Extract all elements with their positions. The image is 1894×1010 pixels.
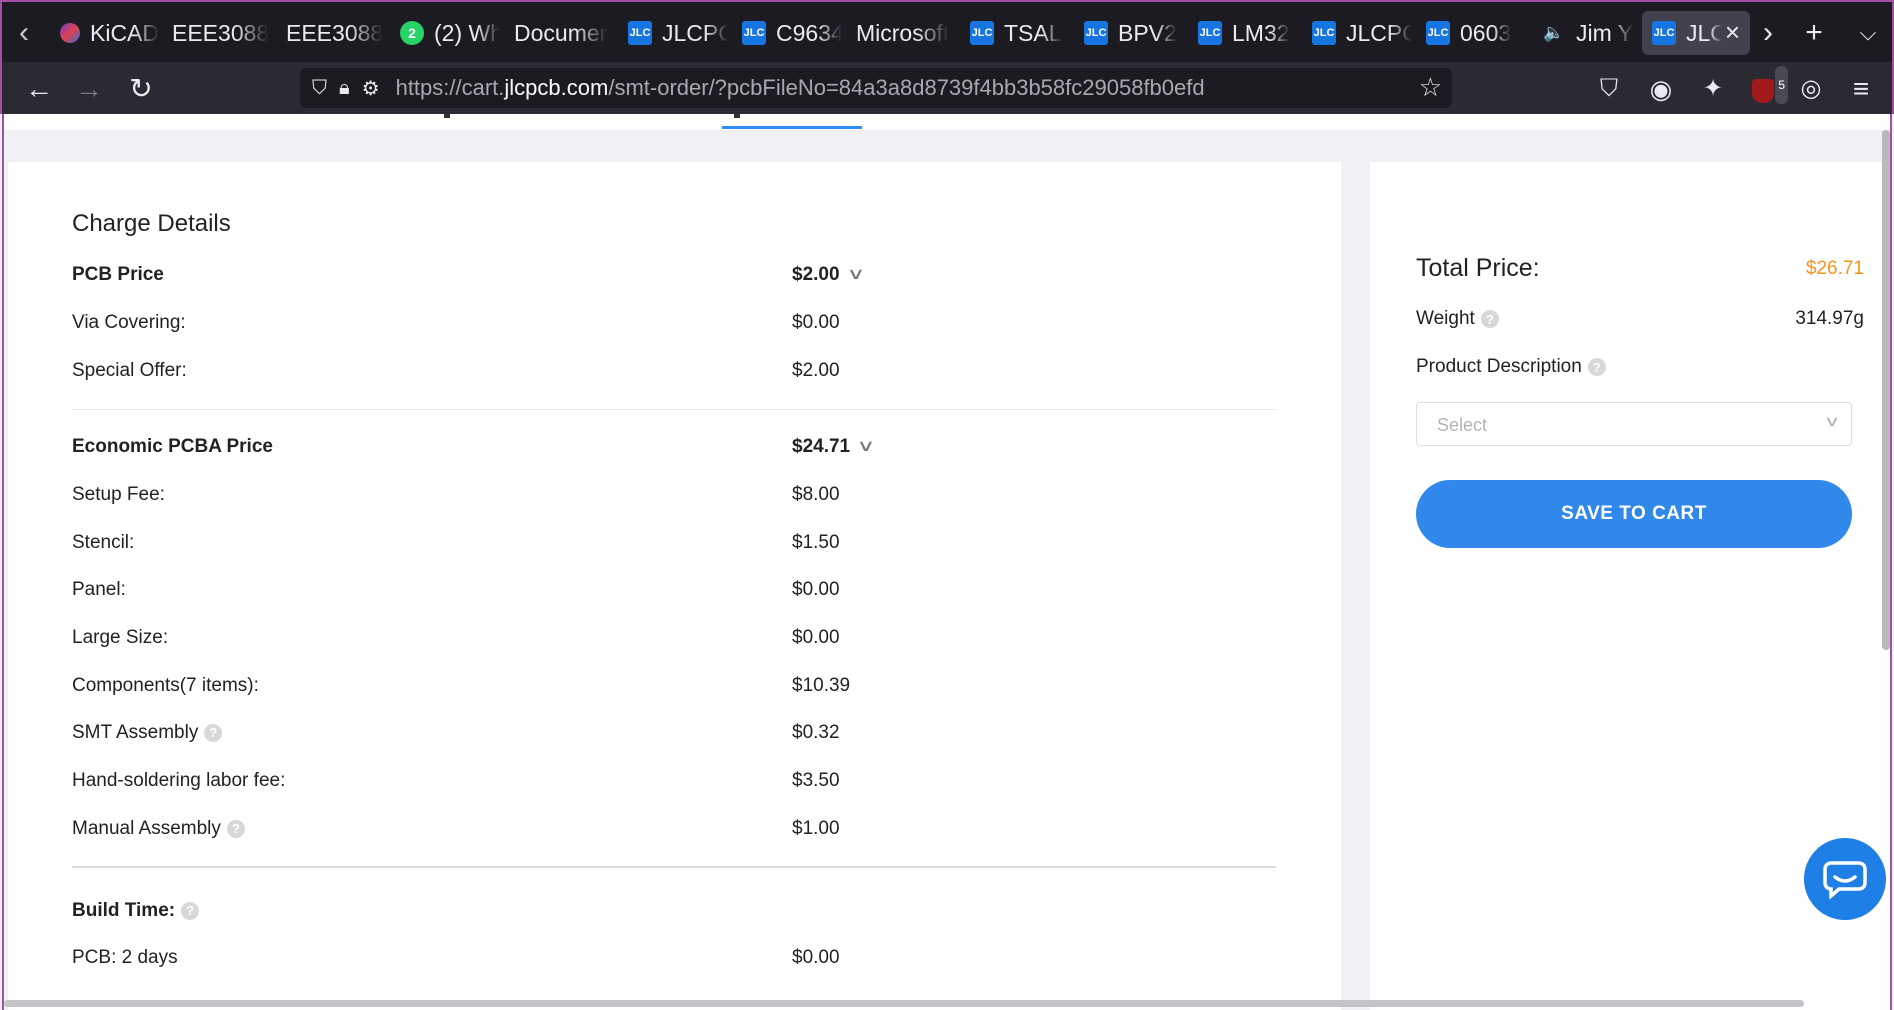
jlc-icon: JLC	[742, 21, 766, 45]
total-price-value: $26.71	[1805, 258, 1864, 279]
horizontal-scrollbar[interactable]	[4, 1000, 1804, 1007]
charge-row: SMT Assembly? $0.32	[72, 722, 840, 743]
list-tabs-icon[interactable]: ⌵	[1848, 12, 1888, 54]
live-chat-button[interactable]	[1804, 838, 1886, 920]
save-to-cart-button[interactable]: SAVE TO CART	[1416, 480, 1852, 548]
total-price-label: Total Price:	[1416, 254, 1540, 282]
browser-tab[interactable]: JLC TSAL	[960, 11, 1070, 55]
page-tab-strip	[4, 114, 1890, 130]
product-description-select[interactable]: Select ∨	[1416, 402, 1852, 446]
help-icon[interactable]: ?	[1587, 358, 1606, 376]
charge-row: Hand-soldering labor fee: $3.50	[72, 770, 840, 791]
browser-tab[interactable]: JLC C9634	[732, 11, 842, 55]
pocket-icon[interactable]: ⛉	[1590, 70, 1628, 108]
charge-row: Stencil: $1.50	[72, 532, 840, 553]
browser-tab[interactable]: Document	[504, 11, 608, 55]
jlc-icon: JLC	[1312, 21, 1336, 45]
browser-tab-active[interactable]: JLC JLC ×	[1642, 11, 1750, 55]
browser-tab[interactable]: Microsoft	[846, 11, 950, 55]
product-description-label: Product Description ?	[1416, 356, 1606, 378]
active-tab-indicator	[722, 126, 862, 129]
charge-details-title: Charge Details	[72, 210, 231, 237]
charge-row: Large Size: $0.00	[72, 627, 840, 648]
browser-tab[interactable]: JLC JLCPCB	[618, 11, 728, 55]
jlc-icon: JLC	[1084, 21, 1108, 45]
help-icon[interactable]: ?	[1480, 310, 1499, 328]
bookmark-star-icon[interactable]: ☆	[1419, 72, 1442, 103]
new-tab-icon[interactable]: +	[1794, 12, 1834, 54]
extensions-icon[interactable]: ✦	[1694, 70, 1732, 108]
jlc-icon: JLC	[628, 21, 652, 45]
chevron-down-icon: ∨	[1823, 413, 1841, 429]
jlc-icon: JLC	[970, 21, 994, 45]
browser-tab[interactable]: EEE3088	[276, 11, 386, 55]
jlc-icon: JLC	[1198, 21, 1222, 45]
weight-label: Weight ?	[1416, 308, 1499, 330]
charge-row: Special Offer: $2.00	[72, 360, 840, 381]
pcba-price-row[interactable]: Economic PCBA Price $24.71 ∨	[72, 432, 1272, 462]
browser-tab[interactable]: JLC LM32	[1188, 11, 1298, 55]
kicad-icon	[60, 23, 80, 43]
pcb-price-row[interactable]: PCB Price $2.00 ∨	[72, 260, 1272, 290]
browser-tab[interactable]: EEE3088	[162, 11, 272, 55]
shield-icon[interactable]: ⛉	[312, 77, 327, 100]
charge-row: PCB: 2 days $0.00	[72, 947, 840, 968]
lock-icon[interactable]: 🔒︎	[339, 77, 350, 100]
close-tab-icon[interactable]: ×	[1725, 19, 1740, 45]
browser-tab-bar: ‹ KiCAD EEE3088 EEE3088 2 (2) WhatsApp D…	[0, 0, 1894, 62]
whatsapp-icon: 2	[400, 21, 424, 45]
chevron-down-icon[interactable]: ∨	[857, 432, 876, 462]
ublock-icon[interactable]: 5	[1744, 66, 1788, 108]
browser-nav-bar: ← → ↻ ⛉ 🔒︎ ⚙︎ https://cart.jlcpcb.com/sm…	[0, 62, 1894, 114]
tab-text-fragment	[734, 114, 740, 118]
browser-tab[interactable]: 2 (2) WhatsApp	[390, 11, 500, 55]
permissions-icon[interactable]: ⚙︎	[362, 76, 380, 101]
charge-row: Manual Assembly? $1.00	[72, 818, 840, 839]
back-icon[interactable]: ←	[20, 70, 58, 108]
help-icon[interactable]: ?	[226, 820, 245, 838]
build-time-row: Build Time:?	[72, 896, 1272, 926]
browser-tab[interactable]: JLC JLCPCB	[1302, 11, 1412, 55]
charge-row: Panel: $0.00	[72, 579, 840, 600]
menu-icon[interactable]: ≡	[1842, 70, 1880, 108]
charge-row: Setup Fee: $8.00	[72, 484, 840, 505]
forward-icon[interactable]: →	[70, 70, 108, 108]
divider	[72, 866, 1276, 868]
url-text[interactable]: https://cart.jlcpcb.com/smt-order/?pcbFi…	[396, 75, 1205, 101]
tab-scroll-left-icon[interactable]: ‹	[6, 12, 42, 54]
jlc-icon: JLC	[1426, 21, 1450, 45]
weight-value: 314.97g	[1795, 308, 1864, 329]
account-icon[interactable]: ◉	[1642, 70, 1680, 108]
charge-row: Via Covering: $0.00	[72, 312, 840, 333]
browser-tab[interactable]: KiCAD	[50, 11, 160, 55]
browser-tab[interactable]: JLC 0603	[1416, 11, 1526, 55]
url-bar[interactable]: ⛉ 🔒︎ ⚙︎ https://cart.jlcpcb.com/smt-orde…	[300, 68, 1452, 108]
page-content: Charge Details PCB Price $2.00 ∨ Via Cove…	[2, 114, 1892, 1010]
chevron-down-icon[interactable]: ∨	[846, 260, 865, 290]
speaker-icon: 🔈	[1543, 23, 1565, 42]
divider	[72, 409, 1276, 410]
browser-tab[interactable]: JLC BPV2	[1074, 11, 1184, 55]
reload-icon[interactable]: ↻	[122, 70, 160, 108]
tab-scroll-right-icon[interactable]: ›	[1748, 12, 1788, 54]
vertical-scrollbar[interactable]	[1882, 130, 1890, 650]
chat-bubble-icon	[1823, 861, 1867, 899]
privacy-badger-icon[interactable]: ◎	[1792, 70, 1830, 108]
charge-row: Components(7 items): $10.39	[72, 675, 851, 696]
help-icon[interactable]: ?	[181, 902, 200, 920]
help-icon[interactable]: ?	[204, 724, 223, 742]
browser-tab[interactable]: 🔈 Jim Y	[1532, 11, 1636, 55]
jlc-icon: JLC	[1652, 21, 1676, 45]
tab-text-fragment	[444, 114, 450, 118]
